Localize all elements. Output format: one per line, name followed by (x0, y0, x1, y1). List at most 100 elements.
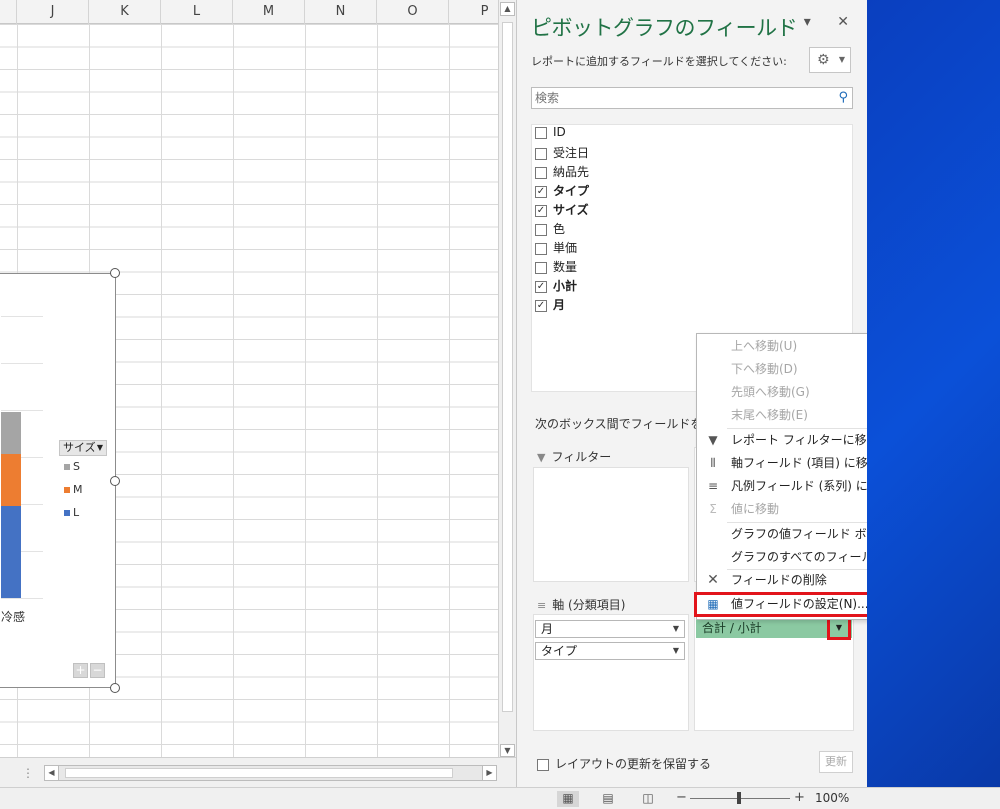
resize-handle[interactable] (110, 476, 120, 486)
resize-handle[interactable] (110, 683, 120, 693)
field-item-month[interactable]: ✓ 月 (535, 296, 565, 315)
checkbox-checked-icon[interactable]: ✓ (535, 204, 547, 217)
field-item-order-date[interactable]: 受注日 (535, 144, 589, 163)
field-item-quantity[interactable]: 数量 (535, 258, 577, 277)
gridline (1, 598, 43, 599)
close-icon[interactable]: ✕ (837, 14, 849, 30)
desktop-background (867, 0, 1000, 787)
checkbox[interactable] (537, 758, 549, 771)
zoom-out-button[interactable]: − (676, 790, 687, 805)
gridline (1, 316, 43, 317)
bar-segment-m[interactable] (1, 454, 21, 506)
menu-item-label: 値に移動 (731, 502, 780, 516)
checkbox[interactable] (535, 242, 547, 255)
zoom-level[interactable]: 100% (815, 791, 849, 805)
scroll-left-icon[interactable]: ◀ (45, 766, 59, 780)
update-button[interactable]: 更新 (819, 751, 853, 773)
field-label: 単価 (553, 241, 578, 255)
field-label: ID (553, 125, 566, 139)
scroll-down-icon[interactable]: ▼ (500, 744, 515, 757)
axis-field-month[interactable]: 月 ▼ (535, 620, 685, 638)
checkbox[interactable] (535, 223, 547, 236)
checkbox-checked-icon[interactable]: ✓ (535, 280, 547, 293)
field-label: 数量 (553, 260, 578, 274)
column-header-I[interactable] (0, 0, 17, 24)
sheet-tab-splitter-icon[interactable]: ⋮ (22, 766, 34, 780)
filter-icon: ▼ (537, 451, 546, 464)
axis-drop-area[interactable]: 月 ▼ タイプ ▼ (533, 614, 689, 731)
zoom-in-button[interactable]: + (794, 790, 805, 805)
field-item-unit-price[interactable]: 単価 (535, 239, 577, 258)
bar-segment-s[interactable] (1, 412, 21, 454)
bar-segment-l[interactable] (1, 506, 21, 598)
search-input[interactable] (532, 88, 822, 108)
search-icon[interactable]: ⚲ (838, 90, 848, 105)
field-label: 納品先 (553, 165, 590, 179)
filter-area-label: フィルター (551, 450, 612, 464)
legend-swatch (64, 510, 70, 516)
checkbox[interactable] (535, 126, 547, 139)
normal-view-icon[interactable]: ▦ (557, 791, 579, 807)
gridline (1, 363, 43, 364)
gridline (1, 410, 43, 411)
menu-item-label: 先頭へ移動(G) (731, 385, 810, 399)
value-field-label: 合計 / 小計 (702, 621, 762, 635)
field-item-id[interactable]: ID (535, 125, 566, 144)
column-header-N[interactable]: N (305, 0, 377, 24)
tools-button[interactable]: ⚙ ▼ (809, 47, 851, 73)
field-search-box[interactable]: ⚲ (531, 87, 853, 109)
field-item-type[interactable]: ✓ タイプ (535, 182, 589, 201)
worksheet[interactable]: J K L M N O P サイズ ▼ S M L 冷感 + − (0, 0, 498, 757)
horizontal-scrollbar[interactable]: ◀ ▶ (44, 765, 497, 781)
legend-icon: ≡ (707, 479, 719, 493)
column-header-O[interactable]: O (377, 0, 449, 24)
column-header-P[interactable]: P (449, 0, 498, 24)
defer-label: レイアウトの更新を保留する (555, 757, 712, 771)
scroll-thumb[interactable] (502, 22, 513, 712)
resize-handle[interactable] (110, 268, 120, 278)
checkbox-checked-icon[interactable]: ✓ (535, 299, 547, 312)
scroll-right-icon[interactable]: ▶ (482, 766, 496, 780)
pivot-chart[interactable]: サイズ ▼ S M L 冷感 + − (0, 273, 116, 688)
chevron-down-icon: ▼ (838, 55, 845, 64)
legend-field-button[interactable]: サイズ ▼ (59, 440, 107, 456)
column-headers: J K L M N O P (0, 0, 498, 24)
column-header-L[interactable]: L (161, 0, 233, 24)
field-item-color[interactable]: 色 (535, 220, 565, 239)
axis-area-header: ≡ 軸 (分類項目) (537, 596, 625, 613)
column-header-J[interactable]: J (17, 0, 89, 24)
expand-field-button[interactable]: + (73, 663, 88, 678)
field-label: 色 (553, 222, 566, 236)
column-header-M[interactable]: M (233, 0, 305, 24)
chevron-down-icon[interactable]: ▼ (673, 621, 679, 637)
menu-item-label: レポート フィルターに移動 (731, 433, 879, 447)
chevron-down-icon[interactable]: ▼ (673, 643, 679, 659)
axis-field-type[interactable]: タイプ ▼ (535, 642, 685, 660)
axis-area-label: 軸 (分類項目) (552, 598, 626, 612)
remove-icon: ✕ (707, 572, 719, 588)
scroll-thumb[interactable] (65, 768, 453, 778)
zoom-slider-thumb[interactable] (737, 792, 741, 804)
horizontal-scroll-row: ⋮ ◀ ▶ (0, 757, 516, 787)
filter-drop-area[interactable] (533, 467, 689, 582)
column-header-K[interactable]: K (89, 0, 161, 24)
page-layout-view-icon[interactable]: ▤ (597, 791, 619, 807)
vertical-scrollbar[interactable]: ▲ ▼ (498, 0, 516, 757)
checkbox[interactable] (535, 261, 547, 274)
defer-layout-update[interactable]: レイアウトの更新を保留する (537, 755, 711, 772)
field-item-size[interactable]: ✓ サイズ (535, 201, 589, 220)
scroll-up-icon[interactable]: ▲ (500, 2, 515, 16)
legend-item-m: M (64, 483, 83, 496)
checkbox[interactable] (535, 166, 547, 179)
field-label: 月 (553, 298, 566, 312)
pane-options-icon[interactable]: ▾ (804, 14, 811, 30)
field-item-delivery[interactable]: 納品先 (535, 163, 589, 182)
field-label: 受注日 (553, 146, 590, 160)
checkbox-checked-icon[interactable]: ✓ (535, 185, 547, 198)
collapse-field-button[interactable]: − (90, 663, 105, 678)
field-item-subtotal[interactable]: ✓ 小計 (535, 277, 577, 296)
menu-item-label: 上へ移動(U) (731, 339, 798, 353)
checkbox[interactable] (535, 147, 547, 160)
drag-hint: 次のボックス間でフィールドをドラッグしてください: (535, 417, 700, 431)
page-break-view-icon[interactable]: ◫ (637, 791, 659, 807)
